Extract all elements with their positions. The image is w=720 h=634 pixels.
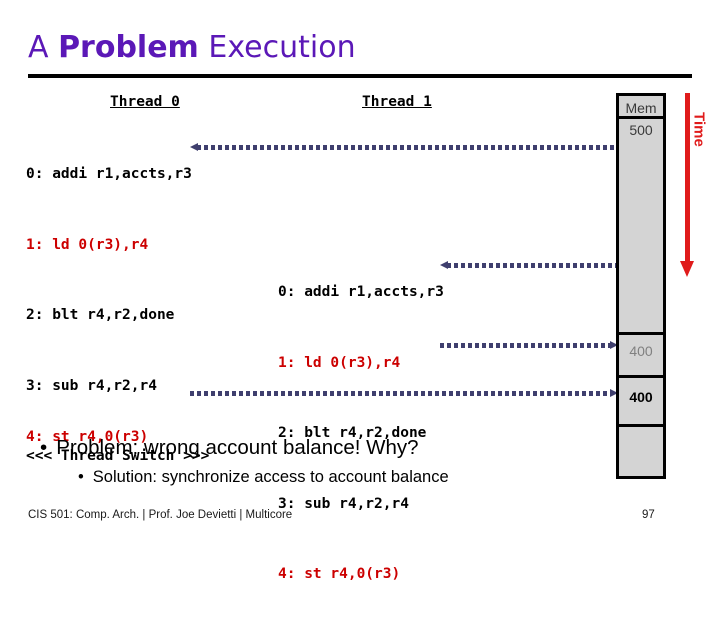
arrow-shaft xyxy=(440,343,611,348)
bullet-level-2-text: Solution: synchronize access to account … xyxy=(92,468,449,486)
title-prefix: A xyxy=(28,30,59,65)
memory-cell-second-write: 400 xyxy=(619,381,663,427)
footer-course-info: CIS 501: Comp. Arch. | Prof. Joe Deviett… xyxy=(28,509,293,521)
thread-1-header: Thread 1 xyxy=(362,94,432,110)
memory-cell-initial: 500 xyxy=(629,122,653,138)
bullet-glyph-icon: • xyxy=(78,468,84,486)
code-line: 4: st r4,0(r3) xyxy=(278,566,401,582)
arrow-t0-load-from-mem xyxy=(190,143,618,151)
title-suffix: Execution xyxy=(198,30,356,65)
arrow-t1-load-from-mem xyxy=(440,261,618,269)
arrow-down-icon xyxy=(680,261,694,277)
arrow-shaft xyxy=(447,263,618,268)
thread-1-code-block: 0: addi r1,accts,r3 1: ld 0(r3),r4 2: bl… xyxy=(278,234,444,634)
code-line: 1: ld 0(r3),r4 xyxy=(278,354,401,371)
memory-cell-first-write: 400 xyxy=(619,332,663,378)
bullet-level-2: • Solution: synchronize access to account… xyxy=(78,468,449,487)
page-title: A Problem Execution xyxy=(28,30,356,65)
footer-page-number: 97 xyxy=(642,509,655,521)
arrow-shaft xyxy=(197,145,618,150)
code-line: 2: blt r4,r2,done xyxy=(26,307,175,323)
arrow-t0-store-to-mem xyxy=(190,389,618,397)
code-line: 0: addi r1,accts,r3 xyxy=(26,166,192,182)
arrow-shaft xyxy=(190,391,611,396)
code-line: 1: ld 0(r3),r4 xyxy=(26,236,149,253)
time-axis-label: Time xyxy=(690,112,708,147)
bullet-glyph-icon: • xyxy=(40,436,48,459)
time-axis-arrow: Time xyxy=(678,93,708,279)
memory-column: Mem 500 400 400 xyxy=(616,93,666,479)
title-emphasis: Problem xyxy=(58,30,199,65)
arrow-t1-store-to-mem xyxy=(440,341,618,349)
title-divider xyxy=(28,74,692,78)
code-line: 0: addi r1,accts,r3 xyxy=(278,284,444,300)
code-line: 3: sub r4,r2,r4 xyxy=(278,495,409,512)
time-axis-shaft xyxy=(685,93,690,265)
bullet-level-1: • Problem: wrong account balance! Why? xyxy=(40,436,419,460)
thread-0-header: Thread 0 xyxy=(110,94,180,110)
memory-column-header: Mem xyxy=(619,96,663,119)
bullet-level-1-text: Problem: wrong account balance! Why? xyxy=(56,436,419,459)
slide-canvas: A Problem Execution Thread 0 0: addi r1,… xyxy=(0,0,720,582)
